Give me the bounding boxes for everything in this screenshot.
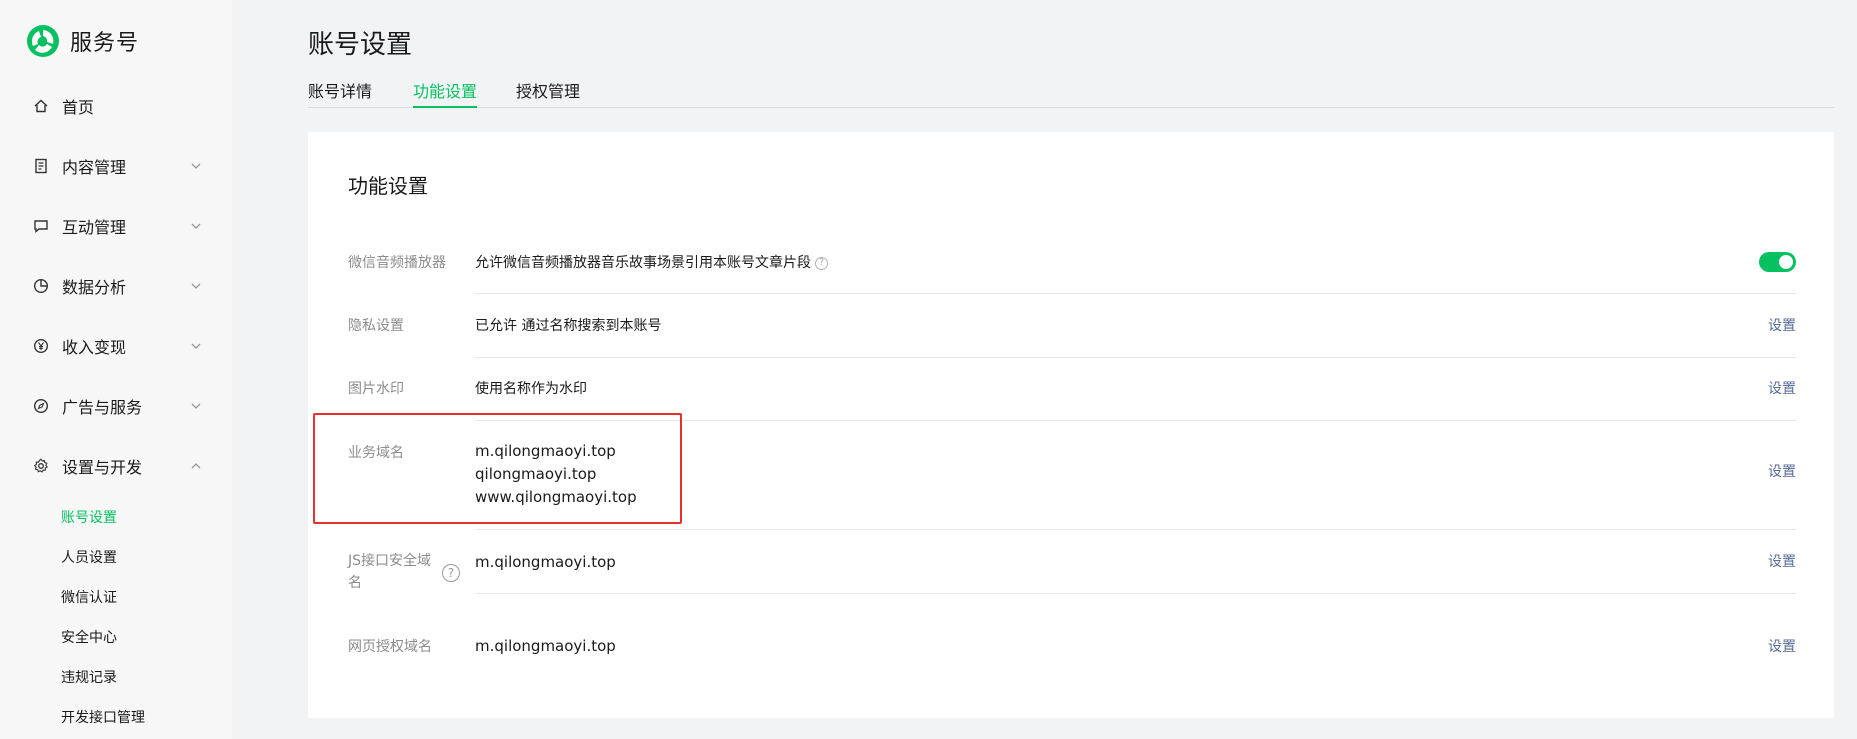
toggle-knob [1779, 255, 1793, 269]
row-value-watermark: 使用名称作为水印 [475, 381, 587, 397]
business-domain-item: qilongmaoyi.top [475, 465, 597, 483]
app-name: 服务号 [70, 31, 140, 56]
sidebar-item-monetization[interactable]: 收入变现 [32, 331, 202, 361]
sidebar-subitem-security-center[interactable]: 安全中心 [61, 627, 117, 649]
sidebar-subitem-staff-settings[interactable]: 人员设置 [61, 547, 117, 569]
sidebar-subitem-account-settings[interactable]: 账号设置 [61, 507, 117, 529]
row-label-privacy: 隐私设置 [348, 318, 404, 334]
card-title: 功能设置 [348, 174, 428, 198]
sidebar-item-analytics[interactable]: 数据分析 [32, 271, 202, 301]
row-label-web-auth-domain: 网页授权域名 [348, 639, 432, 655]
compass-icon [32, 397, 50, 415]
row-label-js-api-domain: JS接口安全域 名 [348, 553, 432, 591]
chevron-down-icon [191, 223, 201, 229]
app-logo[interactable]: 服务号 [26, 24, 139, 58]
tab-bar: 账号详情 功能设置 授权管理 [308, 78, 1834, 108]
chevron-down-icon [191, 403, 201, 409]
feature-settings-card: 功能设置 微信音频播放器 允许微信音频播放器音乐故事场景引用本账号文章片段? 隐… [308, 132, 1834, 718]
row-value-js-api-domain: m.qilongmaoyi.top [475, 553, 616, 571]
business-domain-item: m.qilongmaoyi.top [475, 442, 616, 460]
sidebar-item-ads-services[interactable]: 广告与服务 [32, 391, 202, 421]
divider [475, 593, 1796, 594]
chevron-down-icon [191, 163, 201, 169]
business-domain-list: m.qilongmaoyi.top qilongmaoyi.top www.qi… [475, 440, 637, 509]
chat-icon [32, 217, 50, 235]
sidebar: 服务号 首页 内容管理 互动管理 数据分析 收入变现 广告与服务 设置与开发 账… [0, 0, 232, 739]
chevron-down-icon [191, 283, 201, 289]
web-auth-domain-settings-link[interactable]: 设置 [1768, 636, 1796, 656]
help-icon[interactable]: ? [442, 564, 460, 582]
divider [475, 420, 1796, 421]
sidebar-item-content[interactable]: 内容管理 [32, 151, 202, 181]
tab-feature-settings[interactable]: 功能设置 [413, 78, 478, 108]
divider [475, 529, 1796, 530]
sidebar-item-home[interactable]: 首页 [32, 91, 202, 121]
sidebar-subitem-dev-api[interactable]: 开发接口管理 [61, 707, 145, 729]
row-value-web-auth-domain: m.qilongmaoyi.top [475, 637, 616, 655]
js-api-domain-settings-link[interactable]: 设置 [1768, 551, 1796, 571]
row-label-audio-player: 微信音频播放器 [348, 255, 446, 271]
watermark-settings-link[interactable]: 设置 [1768, 378, 1796, 398]
document-icon [32, 157, 50, 175]
pie-chart-icon [32, 277, 50, 295]
yuan-icon [32, 337, 50, 355]
privacy-settings-link[interactable]: 设置 [1768, 315, 1796, 335]
business-domain-item: www.qilongmaoyi.top [475, 488, 637, 506]
service-account-logo-icon [27, 25, 59, 57]
tab-account-details[interactable]: 账号详情 [308, 78, 372, 108]
row-label-business-domain: 业务域名 [348, 445, 404, 461]
row-label-watermark: 图片水印 [348, 381, 404, 397]
row-value-privacy: 已允许 通过名称搜索到本账号 [475, 318, 662, 334]
divider [475, 293, 1796, 294]
sidebar-subitem-violation-records[interactable]: 违规记录 [61, 667, 117, 689]
audio-player-toggle[interactable] [1759, 252, 1796, 272]
page-title: 账号设置 [308, 30, 413, 60]
business-domain-settings-link[interactable]: 设置 [1768, 461, 1796, 481]
home-icon [32, 97, 50, 115]
sidebar-item-interaction[interactable]: 互动管理 [32, 211, 202, 241]
gear-icon [32, 457, 50, 475]
divider [475, 357, 1796, 358]
tab-authorization[interactable]: 授权管理 [516, 78, 580, 108]
help-icon[interactable]: ? [815, 256, 828, 270]
row-value-audio-player: 允许微信音频播放器音乐故事场景引用本账号文章片段? [475, 252, 828, 274]
chevron-down-icon [191, 343, 201, 349]
sidebar-item-settings-dev[interactable]: 设置与开发 [32, 451, 202, 481]
sidebar-subitem-wechat-verification[interactable]: 微信认证 [61, 587, 117, 609]
chevron-up-icon [191, 463, 201, 469]
